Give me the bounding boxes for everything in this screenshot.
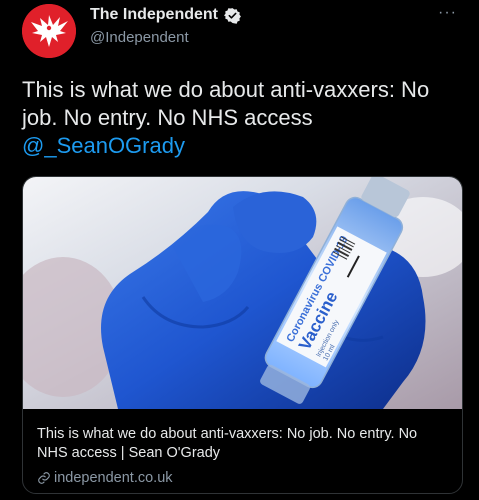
eagle-logo-icon xyxy=(22,4,76,58)
tweet[interactable]: The Independent @Independent ··· This is… xyxy=(0,0,479,500)
tweet-text: This is what we do about anti-vaxxers: N… xyxy=(22,76,462,160)
link-card[interactable]: Coronavirus COVID-19 Vaccine Injection o… xyxy=(22,176,463,494)
card-domain-row: independent.co.uk xyxy=(37,470,173,486)
mention-link[interactable]: @_SeanOGrady xyxy=(22,132,462,160)
avatar[interactable] xyxy=(22,4,76,58)
verified-badge-icon xyxy=(224,7,241,24)
tweet-body: This is what we do about anti-vaxxers: N… xyxy=(22,77,430,130)
card-domain: independent.co.uk xyxy=(54,470,173,486)
display-name[interactable]: The Independent xyxy=(90,6,218,24)
account-name-row: The Independent xyxy=(90,6,241,24)
link-icon xyxy=(37,471,51,485)
account-handle[interactable]: @Independent xyxy=(90,29,189,46)
card-image[interactable]: Coronavirus COVID-19 Vaccine Injection o… xyxy=(23,177,462,409)
card-title: This is what we do about anti-vaxxers: N… xyxy=(37,426,418,461)
more-horizontal-icon[interactable]: ··· xyxy=(438,4,457,22)
